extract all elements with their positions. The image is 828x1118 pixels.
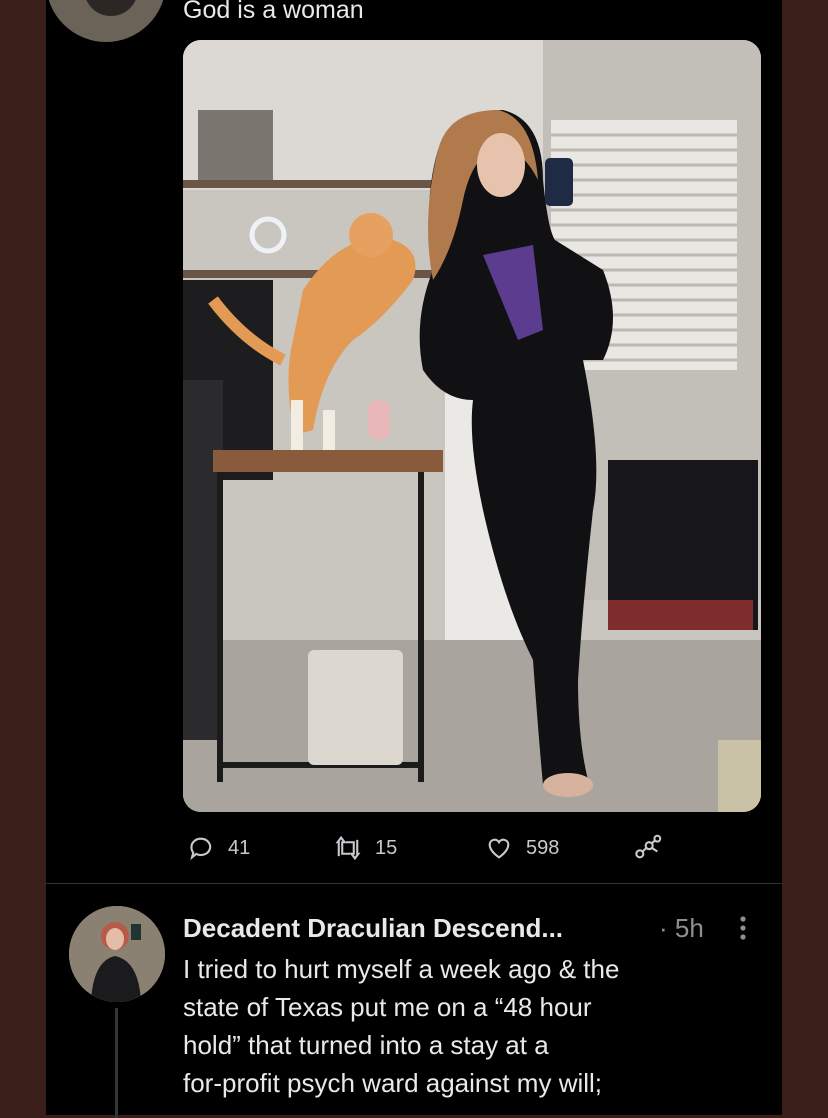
tweet-header: Decadent Draculian Descend... · 5h bbox=[183, 909, 763, 947]
thread-line bbox=[115, 1008, 118, 1118]
photo-illustration bbox=[183, 40, 761, 812]
retweet-button[interactable]: 15 bbox=[333, 826, 397, 870]
tweet-divider bbox=[46, 883, 782, 884]
tweet-text: I tried to hurt myself a week ago & the … bbox=[183, 950, 763, 1102]
tweet-photo[interactable] bbox=[183, 40, 761, 812]
display-name[interactable]: Decadent Draculian Descend... bbox=[183, 909, 563, 947]
heart-icon bbox=[484, 834, 514, 862]
avatar[interactable] bbox=[69, 906, 165, 1002]
timestamp[interactable]: · 5h bbox=[659, 909, 704, 947]
like-count: 598 bbox=[526, 836, 560, 859]
tweet-line: I tried to hurt myself a week ago & the bbox=[183, 954, 620, 984]
tweet-line: hold” that turned into a stay at a bbox=[183, 1030, 549, 1060]
like-button[interactable]: 598 bbox=[484, 826, 559, 870]
tweet-line: for-profit psych ward against my will; bbox=[183, 1068, 603, 1098]
tweet-actions: 41 15 598 bbox=[183, 826, 703, 870]
retweet-icon bbox=[333, 834, 363, 862]
frame-left bbox=[0, 0, 46, 1115]
share-icon bbox=[633, 834, 663, 862]
retweet-count: 15 bbox=[375, 836, 398, 859]
frame-right bbox=[782, 0, 828, 1115]
tweet-line: state of Texas put me on a “48 hour bbox=[183, 992, 592, 1022]
reply-button[interactable]: 41 bbox=[188, 826, 250, 870]
share-button[interactable] bbox=[633, 826, 663, 870]
more-options-button[interactable] bbox=[735, 911, 751, 945]
more-icon bbox=[740, 916, 746, 940]
reply-icon bbox=[188, 834, 216, 862]
tweet-text: God is a woman bbox=[183, 0, 364, 24]
reply-count: 41 bbox=[228, 836, 251, 859]
